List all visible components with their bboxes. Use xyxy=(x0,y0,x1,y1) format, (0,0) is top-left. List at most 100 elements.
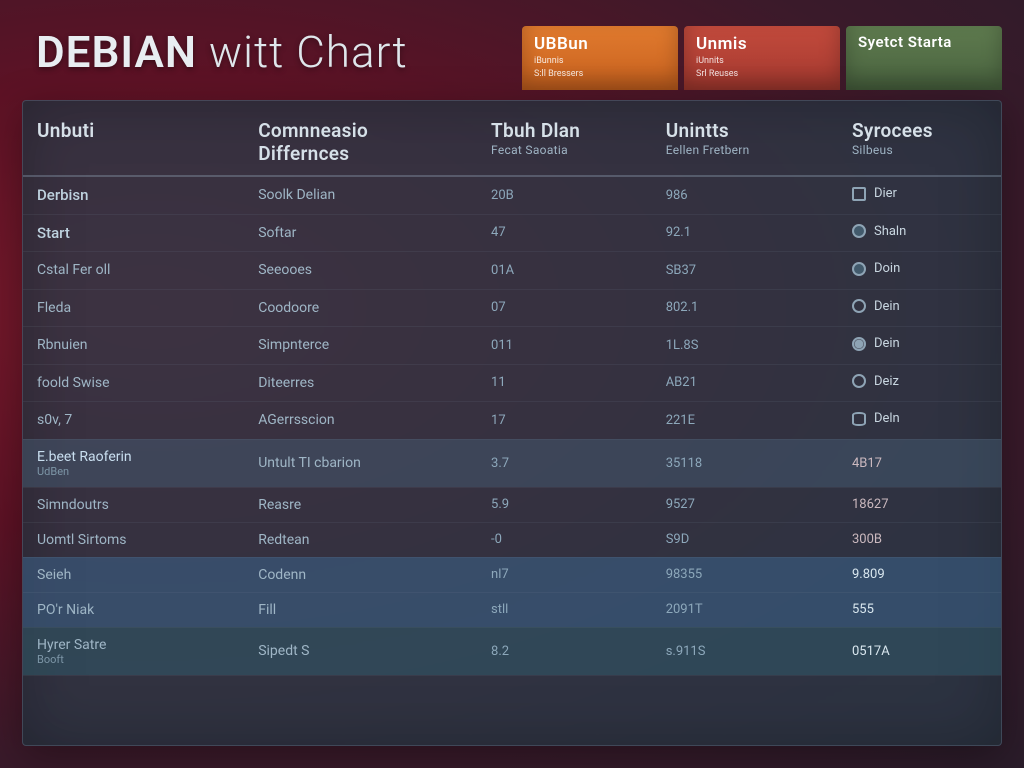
row-label: Seieh xyxy=(23,557,244,592)
cell-value: -0 xyxy=(477,522,652,557)
row-label: E.beet RaoferinUdBen xyxy=(23,439,244,487)
row-desc: Untult TI cbarion xyxy=(244,439,477,487)
cell-value: 986 xyxy=(652,176,838,214)
row-label: Fleda xyxy=(23,289,244,327)
row-label: Cstal Fer oll xyxy=(23,252,244,290)
row-label: Derbisn xyxy=(23,176,244,214)
status-cell: Dein xyxy=(838,327,1001,365)
comparison-table: Unbuti Comnneasio Differnces Tbuh DlanFe… xyxy=(23,101,1001,676)
col-head-0[interactable]: Unbuti xyxy=(23,101,244,176)
tab-sub: iUnnits xyxy=(696,56,830,67)
status-badge: Deln xyxy=(852,411,900,426)
status-cell: Deln xyxy=(838,402,1001,440)
status-badge: Deiz xyxy=(852,374,899,389)
status-text: Shaln xyxy=(874,224,906,239)
tab-units[interactable]: Unmis iUnnits Srl Reuses xyxy=(684,26,840,90)
dot-icon xyxy=(852,262,866,276)
tab-sub: iBunnis xyxy=(534,56,668,67)
row-label: Hyrer SatreBooft xyxy=(23,627,244,675)
cell-value: 2091T xyxy=(652,592,838,627)
db-icon xyxy=(852,412,866,426)
title-main: DEBIAN xyxy=(36,26,197,78)
status-cell: Dier xyxy=(838,176,1001,214)
dot-icon xyxy=(852,224,866,238)
tab-label: UBBun xyxy=(534,34,668,54)
table-row[interactable]: DerbisnSoolk Delian20B986Dier xyxy=(23,176,1001,214)
tab-label: Syetct Starta xyxy=(858,34,992,50)
cell-value: s.911S xyxy=(652,627,838,675)
page-title: DEBIAN witt Chart xyxy=(22,20,522,78)
row-desc: Simpnterce xyxy=(244,327,477,365)
row-desc: Softar xyxy=(244,214,477,252)
table-row[interactable]: SeiehCodennnl7983559.809 xyxy=(23,557,1001,592)
cell-value: 8.2 xyxy=(477,627,652,675)
table-row[interactable]: E.beet RaoferinUdBenUntult TI cbarion3.7… xyxy=(23,439,1001,487)
row-desc: Fill xyxy=(244,592,477,627)
row-sublabel: UdBen xyxy=(37,466,230,478)
tab-ubuntu[interactable]: UBBun iBunnis S:ll Bressers xyxy=(522,26,678,90)
table-row[interactable]: foold SwiseDiteerres11AB21Deiz xyxy=(23,364,1001,402)
tab-system-start[interactable]: Syetct Starta xyxy=(846,26,1002,90)
table-row[interactable]: StartSoftar4792.1 Shaln xyxy=(23,214,1001,252)
status-cell: Doin xyxy=(838,252,1001,290)
col-head-4[interactable]: SyroceesSilbeus xyxy=(838,101,1001,176)
status-badge: Doin xyxy=(852,261,900,276)
circle-icon xyxy=(852,299,866,313)
cell-value: 98355 xyxy=(652,557,838,592)
table-row[interactable]: FledaCoodoore07802.1Dein xyxy=(23,289,1001,327)
tab-sub: S:ll Bressers xyxy=(534,69,668,80)
row-desc: Sipedt S xyxy=(244,627,477,675)
cell-value: 1L.8S xyxy=(652,327,838,365)
row-label: PO'r Niak xyxy=(23,592,244,627)
table-row[interactable]: RbnuienSimpnterce0111L.8S Dein xyxy=(23,327,1001,365)
col-head-2[interactable]: Tbuh DlanFecat Saoatia xyxy=(477,101,652,176)
cell-value: 47 xyxy=(477,214,652,252)
cell-value: stll xyxy=(477,592,652,627)
row-label: Start xyxy=(23,214,244,252)
tab-sub: Srl Reuses xyxy=(696,69,830,80)
status-text: Dier xyxy=(874,186,897,201)
cell-value: 35118 xyxy=(652,439,838,487)
cell-value: 07 xyxy=(477,289,652,327)
table-row[interactable]: Hyrer SatreBooftSipedt S8.2s.911S0517A xyxy=(23,627,1001,675)
status-cell: Shaln xyxy=(838,214,1001,252)
row-desc: Reasre xyxy=(244,487,477,522)
cell-value: 221E xyxy=(652,402,838,440)
cell-value: 011 xyxy=(477,327,652,365)
status-badge: Dier xyxy=(852,186,897,201)
table-row[interactable]: s0v, 7AGerrsscion17221E Deln xyxy=(23,402,1001,440)
row-sublabel: Booft xyxy=(37,654,230,666)
cell-value: 3.7 xyxy=(477,439,652,487)
cell-value: 17 xyxy=(477,402,652,440)
table-row[interactable]: SimndoutrsReasre5.9952718627 xyxy=(23,487,1001,522)
cell-value: 5.9 xyxy=(477,487,652,522)
square-icon xyxy=(852,187,866,201)
table-row[interactable]: PO'r NiakFillstll2091T555 xyxy=(23,592,1001,627)
row-desc: Seeooes xyxy=(244,252,477,290)
col-head-3[interactable]: UninttsEellen Fretbern xyxy=(652,101,838,176)
row-label: s0v, 7 xyxy=(23,402,244,440)
col-head-1[interactable]: Comnneasio Differnces xyxy=(244,101,477,176)
row-desc: Soolk Delian xyxy=(244,176,477,214)
row-desc: AGerrsscion xyxy=(244,402,477,440)
cell-value: 92.1 xyxy=(652,214,838,252)
row-desc: Diteerres xyxy=(244,364,477,402)
status-text: Doin xyxy=(874,261,900,276)
status-cell: 300B xyxy=(838,522,1001,557)
cell-value: S9D xyxy=(652,522,838,557)
table-row[interactable]: Cstal Fer ollSeeooes01ASB37Doin xyxy=(23,252,1001,290)
status-cell: 4B17 xyxy=(838,439,1001,487)
table-row[interactable]: Uomtl SirtomsRedtean-0S9D300B xyxy=(23,522,1001,557)
title-end: Chart xyxy=(296,26,407,78)
tab-label: Unmis xyxy=(696,34,830,54)
row-label: Rbnuien xyxy=(23,327,244,365)
cell-value: AB21 xyxy=(652,364,838,402)
circle-icon xyxy=(852,374,866,388)
disk-icon xyxy=(852,337,866,351)
cell-value: 11 xyxy=(477,364,652,402)
row-desc: Codenn xyxy=(244,557,477,592)
row-desc: Coodoore xyxy=(244,289,477,327)
title-mid: witt xyxy=(209,26,284,78)
status-text: Dein xyxy=(874,336,900,351)
cell-value: nl7 xyxy=(477,557,652,592)
